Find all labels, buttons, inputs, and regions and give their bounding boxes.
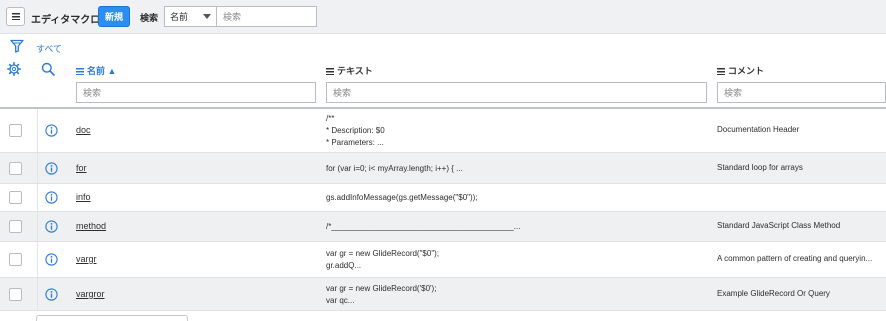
row-text: /** * Description: $0 * Parameters: ... (326, 114, 385, 147)
column-header-name[interactable]: 名前 ▲ (76, 64, 116, 77)
info-icon[interactable] (45, 191, 58, 204)
row-checkbox[interactable] (9, 124, 22, 137)
column-header-label: コメント (728, 66, 765, 76)
hamburger-icon (12, 13, 20, 20)
row-checkbox[interactable] (9, 191, 22, 204)
row-checkbox[interactable] (9, 253, 22, 266)
column-separator (37, 153, 38, 183)
search-label: 検索 (140, 13, 159, 23)
filter-icon[interactable] (10, 39, 24, 53)
column-menu-icon[interactable] (326, 68, 334, 75)
search-icon[interactable] (41, 62, 55, 76)
info-icon[interactable] (45, 124, 58, 137)
row-comment: A common pattern of creating and queryin… (717, 254, 873, 263)
info-icon[interactable] (45, 288, 58, 301)
column-header-label: 名前 ▲ (87, 66, 117, 76)
page-title: エディタマクロ (31, 15, 101, 26)
row-name-link[interactable]: vargror (76, 289, 105, 299)
row-text: gs.addInfoMessage(gs.getMessage("$0")); (326, 193, 478, 202)
column-separator (37, 109, 38, 152)
chevron-down-icon (203, 14, 211, 19)
table-row: vargror var gr = new GlideRecord('$0'); v… (0, 278, 886, 311)
row-comment: Standard loop for arrays (717, 163, 803, 172)
search-input[interactable] (216, 6, 317, 27)
row-text: var gr = new GlideRecord('$0'); var qc..… (326, 284, 437, 305)
row-checkbox[interactable] (9, 162, 22, 175)
column-header-comment[interactable]: コメント (717, 64, 764, 77)
gear-icon[interactable] (7, 62, 21, 76)
table-row: info gs.addInfoMessage(gs.getMessage("$0"… (0, 184, 886, 212)
list-menu-button[interactable] (6, 7, 25, 26)
info-icon[interactable] (45, 162, 58, 175)
column-separator (37, 278, 38, 310)
column-separator (37, 184, 38, 211)
column-header-text[interactable]: テキスト (326, 64, 373, 77)
row-name-link[interactable]: vargr (76, 254, 97, 264)
row-name-link[interactable]: info (76, 192, 91, 202)
comment-filter-input[interactable] (717, 82, 886, 103)
column-separator (37, 242, 38, 277)
table-row: for for (var i=0; i< myArray.length; i++)… (0, 153, 886, 184)
row-comment: Example GlideRecord Or Query (717, 289, 830, 298)
row-text: var gr = new GlideRecord("$0"); gr.addQ.… (326, 249, 440, 270)
column-separator (37, 212, 38, 241)
search-field-value: 名前 (170, 12, 189, 22)
row-checkbox[interactable] (9, 288, 22, 301)
row-name-link[interactable]: for (76, 163, 87, 173)
text-filter-input[interactable] (326, 82, 707, 103)
table-row: vargr var gr = new GlideRecord("$0"); gr.… (0, 242, 886, 278)
row-name-link[interactable]: doc (76, 125, 91, 135)
column-menu-icon[interactable] (717, 68, 725, 75)
info-icon[interactable] (45, 253, 58, 266)
row-text: /*______________________________________… (326, 222, 521, 231)
table-row: method /*________________________________… (0, 212, 886, 242)
table-row: doc /** * Description: $0 * Parameters: .… (0, 109, 886, 153)
filter-breadcrumb-all[interactable]: すべて (36, 42, 62, 55)
row-comment: Standard JavaScript Class Method (717, 221, 841, 230)
column-menu-icon[interactable] (76, 68, 84, 75)
row-checkbox[interactable] (9, 220, 22, 233)
name-filter-input[interactable] (76, 82, 316, 103)
row-comment: Documentation Header (717, 125, 800, 134)
pagination-bar (36, 315, 188, 321)
search-field-select[interactable]: 名前 (164, 6, 217, 27)
info-icon[interactable] (45, 220, 58, 233)
row-name-link[interactable]: method (76, 221, 106, 231)
column-header-label: テキスト (337, 66, 373, 76)
top-toolbar: エディタマクロ 新規 検索 名前 (0, 0, 886, 34)
row-text: for (var i=0; i< myArray.length; i++) { … (326, 164, 463, 173)
new-button[interactable]: 新規 (98, 6, 130, 27)
